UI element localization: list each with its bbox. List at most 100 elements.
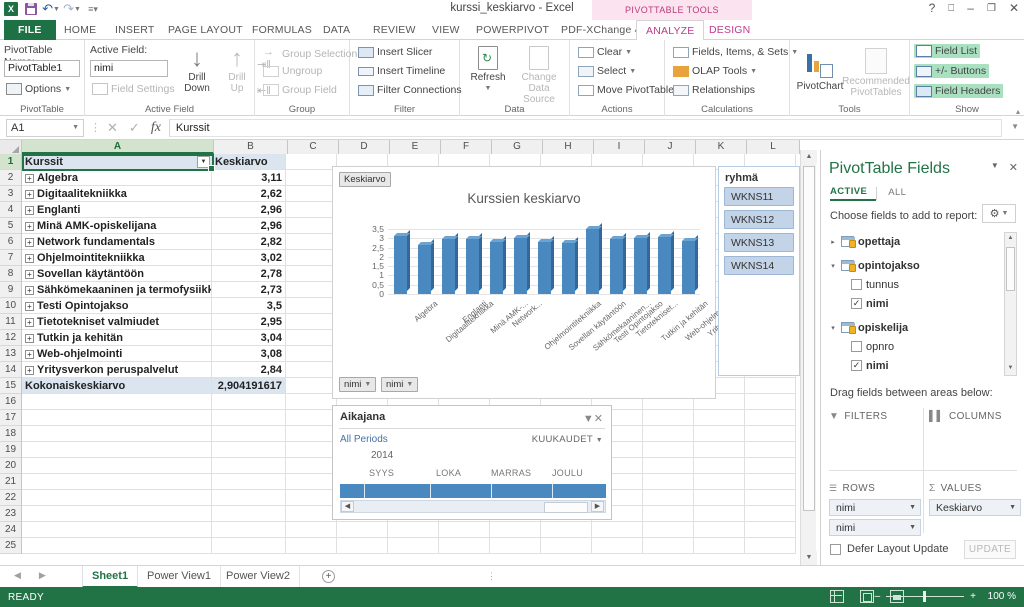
sheet-prev-icon[interactable]: ◀ [14,570,21,581]
formula-input[interactable]: Kurssit [168,118,1002,137]
column-header-D[interactable]: D [339,140,390,154]
pivotchart[interactable]: Keskiarvo Kurssien keskiarvo 3,5 3 2,5 2 1,5… [332,166,750,399]
cell-K20[interactable] [694,458,745,474]
cell-A9[interactable]: + Sähkömekaaninen ja termofysiikka [22,282,212,298]
minimize-button[interactable]: – [967,1,974,15]
triangle-down-icon[interactable]: ▾ [829,262,837,270]
expand-icon[interactable]: + [25,205,34,215]
timeline-selection-bar[interactable] [340,484,606,498]
cell-B25[interactable] [212,538,286,554]
timeline-month-1[interactable]: LOKA [436,468,461,478]
column-header-H[interactable]: H [543,140,594,154]
column-header-G[interactable]: G [492,140,543,154]
row-header-4[interactable]: 4 [0,202,21,218]
tab-insert[interactable]: INSERT [106,20,164,40]
expand-icon[interactable]: + [25,253,34,263]
cell-A12[interactable]: + Tutkin ja kehitän [22,330,212,346]
cell-J17[interactable] [643,410,694,426]
pane-menu-icon[interactable]: ▼ [991,161,999,174]
cell-B12[interactable]: 3,04 [212,330,286,346]
field-scroll-thumb[interactable] [1006,247,1015,291]
cell-A11[interactable]: + Tietotekniset valmiudet [22,314,212,330]
row-header-20[interactable]: 20 [0,458,21,474]
chevron-down-icon[interactable]: ▼ [596,437,603,444]
pivottable-name-input[interactable]: PivotTable1 [4,60,80,77]
cell-J21[interactable] [643,474,694,490]
expand-icon[interactable]: + [25,269,34,279]
chart-bar[interactable] [394,236,407,294]
chart-bar[interactable] [586,229,599,294]
chevron-down-icon[interactable]: ▼ [909,504,916,511]
cell-C10[interactable] [286,298,337,314]
expand-icon[interactable]: + [25,173,34,183]
field-settings-button[interactable]: Field Settings [90,82,177,96]
field-item-opnro[interactable]: opnro [829,337,1001,356]
row-header-12[interactable]: 12 [0,330,21,346]
cell-C17[interactable] [286,410,337,426]
cell-C3[interactable] [286,186,337,202]
column-header-I[interactable]: I [594,140,645,154]
chevron-down-icon[interactable]: ▼ [64,86,71,93]
cell-F25[interactable] [439,538,490,554]
row-field-pill-2[interactable]: nimi ▼ [829,519,921,536]
timeline-month-0[interactable]: SYYS [369,468,394,478]
olap-tools-button[interactable]: OLAP Tools ▼ [671,64,759,78]
chevron-down-icon[interactable]: ▼ [750,68,757,75]
cell-C5[interactable] [286,218,337,234]
cell-B5[interactable]: 2,96 [212,218,286,234]
tab-view[interactable]: VIEW [423,20,469,40]
chart-bar[interactable] [634,238,647,294]
cell-C4[interactable] [286,202,337,218]
cell-E24[interactable] [388,522,439,538]
pane-close-icon[interactable]: ✕ [1009,161,1018,174]
slicer-item-wkns12[interactable]: WKNS12 [724,210,794,229]
cell-A8[interactable]: + Sovellan käytäntöön [22,266,212,282]
cell-C7[interactable] [286,250,337,266]
expand-icon[interactable]: + [25,349,34,359]
cell-D25[interactable] [337,538,388,554]
tab-analyze[interactable]: ANALYZE [636,20,705,41]
clear-filter-icon[interactable]: ▼✕ [583,412,603,425]
close-button[interactable]: ✕ [1009,1,1019,15]
cell-J23[interactable] [643,506,694,522]
cell-A14[interactable]: + Yritysverkon peruspalvelut [22,362,212,378]
column-header-J[interactable]: J [645,140,696,154]
row-header-6[interactable]: 6 [0,234,21,250]
field-scroll-up-icon[interactable]: ▲ [1005,233,1016,245]
cell-B21[interactable] [212,474,286,490]
sheet-tab-power-view1[interactable]: Power View1 [138,566,221,588]
refresh-button[interactable]: ↻ Refresh ▼ [468,46,508,94]
cell-B23[interactable] [212,506,286,522]
fields-items-sets-button[interactable]: Fields, Items, & Sets ▼ [671,45,800,59]
cell-B2[interactable]: 3,11 [212,170,286,186]
column-header-A[interactable]: A [22,140,214,154]
column-header-K[interactable]: K [696,140,747,154]
cell-A20[interactable] [22,458,212,474]
cell-B3[interactable]: 2,62 [212,186,286,202]
area-columns[interactable]: ▌▌ COLUMNS [929,408,1023,470]
cell-J22[interactable] [643,490,694,506]
cell-L25[interactable] [745,538,796,554]
cell-A25[interactable] [22,538,212,554]
cell-L23[interactable] [745,506,796,522]
timeline-month-3[interactable]: JOULU [552,468,583,478]
row-header-2[interactable]: 2 [0,170,21,186]
cell-A22[interactable] [22,490,212,506]
cell-L22[interactable] [745,490,796,506]
cell-L15[interactable] [745,378,796,394]
cell-B18[interactable] [212,426,286,442]
insert-function-icon[interactable]: fx [151,120,161,136]
field-checkbox[interactable] [851,279,862,290]
triangle-down-icon[interactable]: ▾ [829,324,837,332]
row-header-9[interactable]: 9 [0,282,21,298]
cell-J25[interactable] [643,538,694,554]
cell-C18[interactable] [286,426,337,442]
chart-bar[interactable] [514,238,527,294]
cell-A1[interactable]: Kurssit ▼ [22,154,212,170]
tab-formulas[interactable]: FORMULAS [243,20,321,40]
sheet-bar-handle[interactable]: ⋮ [487,571,496,582]
cell-B13[interactable]: 3,08 [212,346,286,362]
cell-B15[interactable]: 2,904191617 [212,378,286,394]
chevron-down-icon[interactable]: ▼ [909,524,916,531]
cell-B20[interactable] [212,458,286,474]
